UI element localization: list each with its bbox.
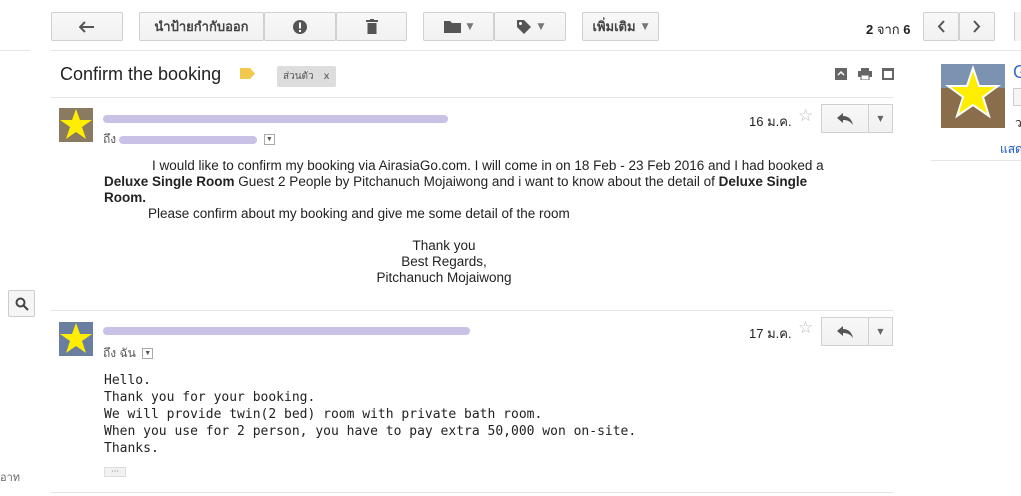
star-toggle-icon[interactable]: ☆	[798, 318, 813, 338]
expand-all-icon[interactable]	[835, 68, 847, 80]
contact-photo[interactable]	[941, 64, 1005, 128]
left-search-button[interactable]	[8, 290, 35, 317]
more-label: เพิ่มเติม	[592, 20, 636, 35]
more-button[interactable]: เพิ่มเติม ▼	[582, 12, 659, 41]
tag-icon	[516, 19, 531, 34]
pagination-of: จาก	[876, 22, 900, 37]
star-toggle-icon[interactable]: ☆	[798, 106, 813, 126]
reply-group: ▼	[821, 104, 893, 133]
to-me: ถึง ฉัน	[103, 346, 136, 360]
sender-avatar	[59, 108, 93, 142]
sender-avatar	[59, 322, 93, 356]
pagination-total: 6	[903, 22, 911, 37]
details-dropdown-icon[interactable]: ▼	[263, 134, 275, 146]
reply-icon	[837, 325, 853, 338]
folder-icon	[443, 21, 461, 33]
reply-line-1: Hello.	[104, 373, 151, 388]
recipient-line: ถึง ▼	[103, 130, 275, 149]
body-line-2: Deluxe Single Room Guest 2 People by Pit…	[104, 174, 884, 190]
delete-button[interactable]	[336, 12, 407, 41]
thread-subject: Confirm the booking	[60, 64, 222, 84]
body-line-2-text: Guest 2 People by Pitchanuch Mojaiwong a…	[234, 174, 719, 189]
move-to-button[interactable]: ▼	[423, 12, 494, 41]
left-footer-text: อาท	[0, 471, 21, 484]
details-dropdown-icon[interactable]: ▼	[142, 348, 154, 360]
chevron-down-icon: ▼	[537, 21, 545, 32]
search-icon	[15, 297, 29, 311]
new-window-icon[interactable]	[882, 68, 894, 80]
contact-info-text: ว	[1015, 116, 1021, 130]
back-button[interactable]	[51, 12, 123, 41]
sender-redacted	[103, 115, 448, 123]
bottom-divider	[51, 492, 893, 493]
more-actions-button[interactable]: ▼	[869, 317, 893, 346]
message-date: 16 ม.ค.	[749, 114, 792, 129]
settings-button-edge[interactable]	[1014, 12, 1021, 41]
room-type-2: Deluxe Single	[718, 174, 808, 189]
signature-1: Thank you	[412, 238, 476, 253]
message-date: 17 ม.ค.	[749, 326, 792, 341]
pagination-text: 2 จาก 6	[866, 19, 911, 40]
signature-2: Best Regards,	[401, 254, 487, 269]
message-body-1: I would like to confirm my booking via A…	[104, 158, 884, 286]
room-type-1: Deluxe Single Room	[104, 174, 235, 189]
body-line-3: Room.	[104, 190, 884, 206]
reply-line-2: Thank you for your booking.	[104, 390, 316, 405]
chevron-down-icon: ▼	[466, 21, 474, 32]
room-type-2b: Room.	[104, 190, 146, 205]
remove-label-icon[interactable]: x	[324, 71, 330, 82]
subject-divider	[51, 97, 893, 98]
exclamation-icon	[293, 19, 307, 34]
body-line-1: I would like to confirm my booking via A…	[152, 158, 824, 173]
reply-button[interactable]	[821, 104, 869, 133]
more-actions-button[interactable]: ▼	[869, 104, 893, 133]
contact-action-button[interactable]	[1013, 88, 1021, 106]
important-marker-icon[interactable]	[240, 68, 255, 79]
show-details-link[interactable]: แสด	[1000, 140, 1021, 159]
message-divider	[51, 310, 893, 311]
to-prefix: ถึง	[103, 132, 117, 146]
remove-label-button[interactable]: นำป้ายกำกับออก	[139, 12, 264, 41]
pagination-current: 2	[866, 22, 874, 37]
chevron-down-icon: ▼	[641, 21, 649, 32]
label-chip-text: ส่วนตัว	[283, 71, 314, 82]
reply-button[interactable]	[821, 317, 869, 346]
chevron-right-icon	[973, 20, 981, 33]
reply-line-5: Thanks.	[104, 441, 159, 456]
remove-label-text: นำป้ายกำกับออก	[154, 20, 249, 35]
report-spam-button[interactable]	[264, 12, 336, 41]
recipient-redacted	[119, 135, 258, 144]
newer-button[interactable]	[923, 12, 959, 41]
reply-line-3: We will provide twin(2 bed) room with pr…	[104, 407, 543, 422]
message-body-2: Hello. Thank you for your booking. We wi…	[104, 372, 636, 457]
label-chip[interactable]: ส่วนตัว x	[277, 66, 336, 87]
contact-name-initial[interactable]: G	[1013, 62, 1021, 83]
chevron-down-icon: ▼	[877, 114, 884, 123]
toolbar-divider	[51, 50, 1021, 51]
older-button[interactable]	[959, 12, 995, 41]
show-trimmed-button[interactable]: ···	[104, 467, 126, 477]
body-line-4: Please confirm about my booking and give…	[148, 206, 570, 221]
side-divider	[931, 160, 1021, 161]
signature-3: Pitchanuch Mojaiwong	[376, 270, 512, 285]
trash-icon	[365, 19, 378, 34]
left-divider	[0, 50, 30, 51]
sender-redacted	[103, 327, 470, 335]
print-icon[interactable]	[858, 68, 872, 80]
reply-group: ▼	[821, 317, 893, 346]
labels-button[interactable]: ▼	[494, 12, 566, 41]
reply-line-4: When you use for 2 person, you have to p…	[104, 424, 637, 439]
reply-icon	[837, 112, 853, 125]
arrow-left-icon	[79, 20, 94, 33]
chevron-left-icon	[937, 20, 945, 33]
chevron-down-icon: ▼	[877, 327, 884, 336]
recipient-line: ถึง ฉัน ▼	[103, 344, 154, 363]
